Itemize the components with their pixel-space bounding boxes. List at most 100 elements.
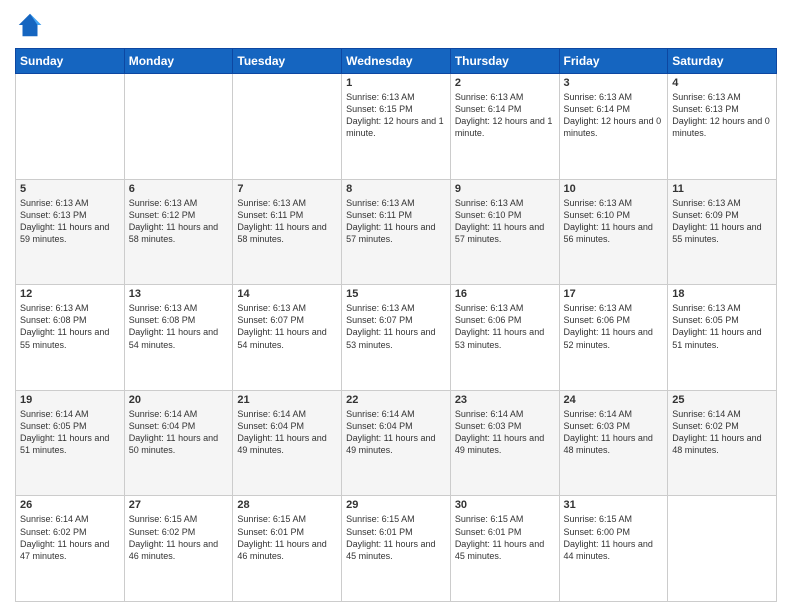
calendar-cell: 4 Sunrise: 6:13 AMSunset: 6:13 PMDayligh… — [668, 74, 777, 180]
day-number: 28 — [237, 499, 337, 511]
calendar-cell: 8 Sunrise: 6:13 AMSunset: 6:11 PMDayligh… — [342, 179, 451, 285]
cell-info: Sunrise: 6:14 AMSunset: 6:02 PMDaylight:… — [20, 513, 120, 562]
calendar-cell: 22 Sunrise: 6:14 AMSunset: 6:04 PMDaylig… — [342, 390, 451, 496]
day-number: 29 — [346, 499, 446, 511]
cell-info: Sunrise: 6:14 AMSunset: 6:04 PMDaylight:… — [346, 408, 446, 457]
weekday-header-friday: Friday — [559, 49, 668, 74]
cell-info: Sunrise: 6:13 AMSunset: 6:09 PMDaylight:… — [672, 197, 772, 246]
calendar-cell: 23 Sunrise: 6:14 AMSunset: 6:03 PMDaylig… — [450, 390, 559, 496]
cell-info: Sunrise: 6:14 AMSunset: 6:04 PMDaylight:… — [237, 408, 337, 457]
weekday-header-saturday: Saturday — [668, 49, 777, 74]
weekday-header-wednesday: Wednesday — [342, 49, 451, 74]
day-number: 6 — [129, 183, 229, 195]
calendar-cell: 19 Sunrise: 6:14 AMSunset: 6:05 PMDaylig… — [16, 390, 125, 496]
day-number: 8 — [346, 183, 446, 195]
calendar-week-3: 19 Sunrise: 6:14 AMSunset: 6:05 PMDaylig… — [16, 390, 777, 496]
cell-info: Sunrise: 6:13 AMSunset: 6:13 PMDaylight:… — [20, 197, 120, 246]
cell-info: Sunrise: 6:13 AMSunset: 6:06 PMDaylight:… — [564, 302, 664, 351]
calendar-cell: 20 Sunrise: 6:14 AMSunset: 6:04 PMDaylig… — [124, 390, 233, 496]
page: SundayMondayTuesdayWednesdayThursdayFrid… — [0, 0, 792, 612]
cell-info: Sunrise: 6:13 AMSunset: 6:08 PMDaylight:… — [129, 302, 229, 351]
calendar-cell: 29 Sunrise: 6:15 AMSunset: 6:01 PMDaylig… — [342, 496, 451, 602]
calendar-cell: 12 Sunrise: 6:13 AMSunset: 6:08 PMDaylig… — [16, 285, 125, 391]
calendar-cell: 10 Sunrise: 6:13 AMSunset: 6:10 PMDaylig… — [559, 179, 668, 285]
day-number: 12 — [20, 288, 120, 300]
calendar-week-0: 1 Sunrise: 6:13 AMSunset: 6:15 PMDayligh… — [16, 74, 777, 180]
weekday-header-tuesday: Tuesday — [233, 49, 342, 74]
cell-info: Sunrise: 6:15 AMSunset: 6:01 PMDaylight:… — [455, 513, 555, 562]
cell-info: Sunrise: 6:13 AMSunset: 6:10 PMDaylight:… — [564, 197, 664, 246]
calendar-cell: 1 Sunrise: 6:13 AMSunset: 6:15 PMDayligh… — [342, 74, 451, 180]
day-number: 7 — [237, 183, 337, 195]
day-number: 20 — [129, 394, 229, 406]
calendar-cell: 13 Sunrise: 6:13 AMSunset: 6:08 PMDaylig… — [124, 285, 233, 391]
cell-info: Sunrise: 6:13 AMSunset: 6:06 PMDaylight:… — [455, 302, 555, 351]
day-number: 5 — [20, 183, 120, 195]
day-number: 14 — [237, 288, 337, 300]
day-number: 4 — [672, 77, 772, 89]
weekday-header-monday: Monday — [124, 49, 233, 74]
day-number: 21 — [237, 394, 337, 406]
calendar-cell: 27 Sunrise: 6:15 AMSunset: 6:02 PMDaylig… — [124, 496, 233, 602]
calendar-cell — [668, 496, 777, 602]
day-number: 3 — [564, 77, 664, 89]
day-number: 23 — [455, 394, 555, 406]
calendar-week-2: 12 Sunrise: 6:13 AMSunset: 6:08 PMDaylig… — [16, 285, 777, 391]
cell-info: Sunrise: 6:13 AMSunset: 6:12 PMDaylight:… — [129, 197, 229, 246]
cell-info: Sunrise: 6:13 AMSunset: 6:11 PMDaylight:… — [346, 197, 446, 246]
day-number: 22 — [346, 394, 446, 406]
calendar-cell: 5 Sunrise: 6:13 AMSunset: 6:13 PMDayligh… — [16, 179, 125, 285]
day-number: 13 — [129, 288, 229, 300]
cell-info: Sunrise: 6:15 AMSunset: 6:01 PMDaylight:… — [346, 513, 446, 562]
logo-icon — [15, 10, 45, 40]
calendar-cell: 17 Sunrise: 6:13 AMSunset: 6:06 PMDaylig… — [559, 285, 668, 391]
cell-info: Sunrise: 6:13 AMSunset: 6:05 PMDaylight:… — [672, 302, 772, 351]
calendar-cell — [233, 74, 342, 180]
weekday-header-thursday: Thursday — [450, 49, 559, 74]
calendar-cell: 15 Sunrise: 6:13 AMSunset: 6:07 PMDaylig… — [342, 285, 451, 391]
day-number: 15 — [346, 288, 446, 300]
calendar-week-1: 5 Sunrise: 6:13 AMSunset: 6:13 PMDayligh… — [16, 179, 777, 285]
cell-info: Sunrise: 6:14 AMSunset: 6:02 PMDaylight:… — [672, 408, 772, 457]
cell-info: Sunrise: 6:15 AMSunset: 6:01 PMDaylight:… — [237, 513, 337, 562]
cell-info: Sunrise: 6:13 AMSunset: 6:07 PMDaylight:… — [237, 302, 337, 351]
calendar-cell: 24 Sunrise: 6:14 AMSunset: 6:03 PMDaylig… — [559, 390, 668, 496]
cell-info: Sunrise: 6:13 AMSunset: 6:11 PMDaylight:… — [237, 197, 337, 246]
header — [15, 10, 777, 40]
calendar-cell: 18 Sunrise: 6:13 AMSunset: 6:05 PMDaylig… — [668, 285, 777, 391]
day-number: 25 — [672, 394, 772, 406]
cell-info: Sunrise: 6:13 AMSunset: 6:14 PMDaylight:… — [564, 91, 664, 140]
day-number: 31 — [564, 499, 664, 511]
calendar-cell: 21 Sunrise: 6:14 AMSunset: 6:04 PMDaylig… — [233, 390, 342, 496]
calendar-cell: 2 Sunrise: 6:13 AMSunset: 6:14 PMDayligh… — [450, 74, 559, 180]
calendar-cell — [124, 74, 233, 180]
day-number: 30 — [455, 499, 555, 511]
cell-info: Sunrise: 6:14 AMSunset: 6:04 PMDaylight:… — [129, 408, 229, 457]
cell-info: Sunrise: 6:13 AMSunset: 6:13 PMDaylight:… — [672, 91, 772, 140]
weekday-header-sunday: Sunday — [16, 49, 125, 74]
day-number: 27 — [129, 499, 229, 511]
day-number: 19 — [20, 394, 120, 406]
calendar-cell — [16, 74, 125, 180]
cell-info: Sunrise: 6:13 AMSunset: 6:07 PMDaylight:… — [346, 302, 446, 351]
calendar-cell: 26 Sunrise: 6:14 AMSunset: 6:02 PMDaylig… — [16, 496, 125, 602]
cell-info: Sunrise: 6:14 AMSunset: 6:05 PMDaylight:… — [20, 408, 120, 457]
cell-info: Sunrise: 6:14 AMSunset: 6:03 PMDaylight:… — [455, 408, 555, 457]
cell-info: Sunrise: 6:13 AMSunset: 6:14 PMDaylight:… — [455, 91, 555, 140]
cell-info: Sunrise: 6:15 AMSunset: 6:00 PMDaylight:… — [564, 513, 664, 562]
calendar-cell: 28 Sunrise: 6:15 AMSunset: 6:01 PMDaylig… — [233, 496, 342, 602]
day-number: 16 — [455, 288, 555, 300]
day-number: 17 — [564, 288, 664, 300]
cell-info: Sunrise: 6:13 AMSunset: 6:15 PMDaylight:… — [346, 91, 446, 140]
cell-info: Sunrise: 6:13 AMSunset: 6:10 PMDaylight:… — [455, 197, 555, 246]
logo — [15, 10, 49, 40]
calendar-cell: 30 Sunrise: 6:15 AMSunset: 6:01 PMDaylig… — [450, 496, 559, 602]
calendar-cell: 31 Sunrise: 6:15 AMSunset: 6:00 PMDaylig… — [559, 496, 668, 602]
calendar-cell: 6 Sunrise: 6:13 AMSunset: 6:12 PMDayligh… — [124, 179, 233, 285]
day-number: 9 — [455, 183, 555, 195]
cell-info: Sunrise: 6:15 AMSunset: 6:02 PMDaylight:… — [129, 513, 229, 562]
day-number: 26 — [20, 499, 120, 511]
calendar-cell: 9 Sunrise: 6:13 AMSunset: 6:10 PMDayligh… — [450, 179, 559, 285]
calendar-cell: 7 Sunrise: 6:13 AMSunset: 6:11 PMDayligh… — [233, 179, 342, 285]
calendar: SundayMondayTuesdayWednesdayThursdayFrid… — [15, 48, 777, 602]
